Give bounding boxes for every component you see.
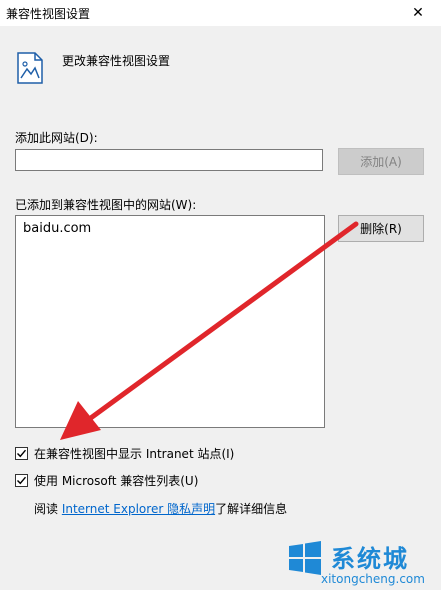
add-button[interactable]: 添加(A) <box>338 148 424 175</box>
checkmark-icon <box>17 476 27 485</box>
add-site-label: 添加此网站(D): <box>15 131 98 145</box>
list-item[interactable]: baidu.com <box>23 221 91 236</box>
close-icon: ✕ <box>412 5 424 21</box>
privacy-prefix: 阅读 <box>34 502 62 516</box>
intranet-checkbox[interactable] <box>15 447 28 460</box>
ms-list-checkbox[interactable] <box>15 474 28 487</box>
checkmark-icon <box>17 449 27 458</box>
privacy-link[interactable]: Internet Explorer 隐私声明 <box>62 502 215 516</box>
intranet-label: 在兼容性视图中显示 Intranet 站点(I) <box>34 447 235 461</box>
site-list[interactable]: baidu.com <box>15 215 325 428</box>
watermark-url: xitongcheng.com <box>321 572 425 586</box>
document-image-icon <box>16 51 44 85</box>
ms-list-option[interactable]: 使用 Microsoft 兼容性列表(U) <box>15 472 198 489</box>
close-button[interactable]: ✕ <box>395 0 441 26</box>
privacy-row: 阅读 Internet Explorer 隐私声明了解详细信息 <box>34 500 287 517</box>
ms-list-label: 使用 Microsoft 兼容性列表(U) <box>34 474 199 488</box>
watermark: 系统城 xitongcheng.com <box>285 538 437 590</box>
title-bar: 兼容性视图设置 ✕ <box>0 0 441 26</box>
watermark-title: 系统城 <box>331 545 409 573</box>
dialog-body: 更改兼容性视图设置 添加此网站(D): 添加(A) 已添加到兼容性视图中的网站(… <box>0 26 441 590</box>
site-list-label: 已添加到兼容性视图中的网站(W): <box>15 198 197 212</box>
watermark-logo-icon <box>285 538 325 578</box>
privacy-suffix: 了解详细信息 <box>215 502 288 516</box>
intranet-option[interactable]: 在兼容性视图中显示 Intranet 站点(I) <box>15 445 234 462</box>
header-title: 更改兼容性视图设置 <box>62 54 171 68</box>
window-title: 兼容性视图设置 <box>6 7 91 21</box>
add-site-input[interactable] <box>15 149 323 171</box>
remove-button[interactable]: 删除(R) <box>338 215 424 242</box>
